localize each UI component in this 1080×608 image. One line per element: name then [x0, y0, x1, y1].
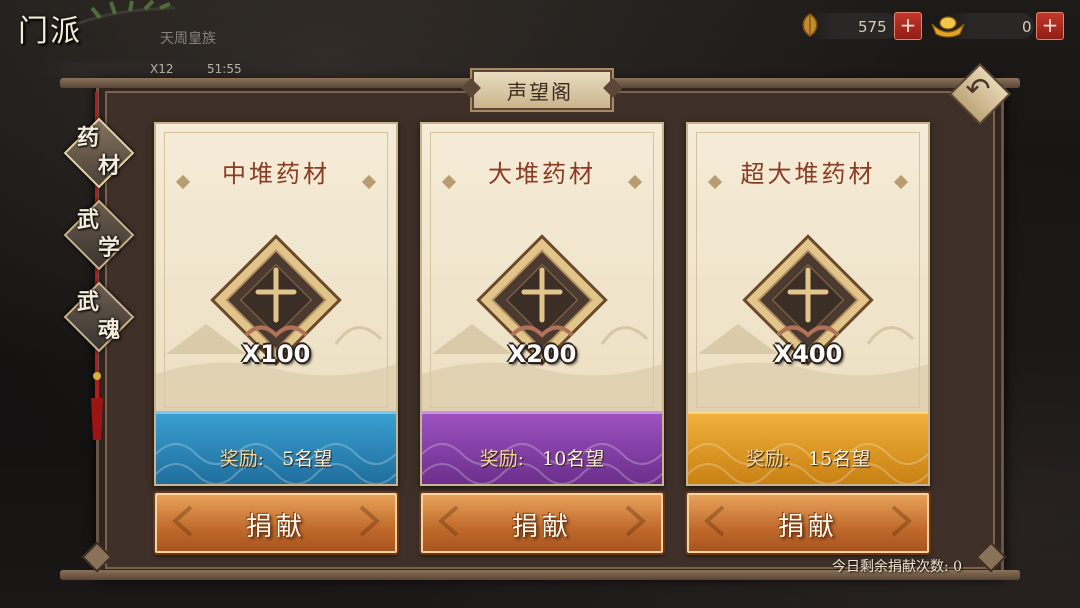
- reward-text: 奖励: 10名望: [479, 448, 605, 470]
- donate-button-large[interactable]: 捐献: [421, 493, 663, 553]
- donation-card-extra-large: 超大堆药材 X400 奖励: 15名望: [686, 122, 930, 486]
- item-quantity: X400: [773, 340, 843, 368]
- card-name: 大堆药材: [488, 160, 596, 188]
- donate-button-extra-large[interactable]: 捐献: [687, 493, 929, 553]
- section-title[interactable]: 门派: [18, 6, 82, 50]
- card-name: 超大堆药材: [740, 160, 876, 188]
- item-quantity: X200: [507, 340, 577, 368]
- reward-text: 奖励: 5名望: [219, 448, 333, 470]
- panel-title-plaque: 声望阁: [456, 68, 624, 110]
- donate-button-label: 捐献: [777, 512, 838, 542]
- gold-currency-value: 0: [1022, 18, 1032, 36]
- tab-martial-soul[interactable]: 武魂: [63, 281, 135, 353]
- back-arrow-icon: ↶: [965, 72, 991, 107]
- item-quantity: X100: [241, 340, 311, 368]
- tab-martial-arts[interactable]: 武学: [63, 199, 135, 271]
- multiplier-text: X12: [150, 62, 174, 76]
- timer-text: 51:55: [207, 62, 242, 76]
- reward-bar: 奖励: 10名望: [422, 411, 662, 484]
- tab-label: 药材: [76, 125, 120, 179]
- gold-ingot-icon: [931, 16, 965, 38]
- section-subtitle: 天周皇族: [160, 31, 216, 47]
- reward-bar: 奖励: 5名望: [156, 411, 396, 484]
- tab-herbs[interactable]: 药材: [63, 117, 135, 189]
- add-leaf-button[interactable]: +: [894, 12, 922, 40]
- remaining-donations-text: 今日剩余捐献次数: 0: [832, 559, 963, 575]
- panel-title: 声望阁: [507, 80, 573, 104]
- tab-label: 武学: [76, 207, 120, 261]
- donation-card-large: 大堆药材 X200 奖励: 10名望: [420, 122, 664, 486]
- donate-button-label: 捐献: [245, 512, 306, 542]
- top-bar: 门派 天周皇族 X12 51:55 575 + 0 +: [0, 0, 1080, 76]
- leaf-currency-icon: [802, 13, 818, 37]
- add-gold-button[interactable]: +: [1036, 12, 1064, 40]
- reward-text: 奖励: 15名望: [745, 448, 871, 470]
- tab-label: 武魂: [76, 289, 120, 343]
- donate-button-label: 捐献: [511, 512, 572, 542]
- tassel-decoration: [91, 372, 103, 440]
- donation-card-medium: 中堆药材 X100 奖励: 5名望: [154, 122, 398, 486]
- donate-button-medium[interactable]: 捐献: [155, 493, 397, 553]
- back-button[interactable]: ↶: [948, 62, 1012, 126]
- leaf-currency-value: 575: [858, 18, 887, 36]
- card-name: 中堆药材: [222, 160, 330, 188]
- reward-bar: 奖励: 15名望: [688, 411, 928, 484]
